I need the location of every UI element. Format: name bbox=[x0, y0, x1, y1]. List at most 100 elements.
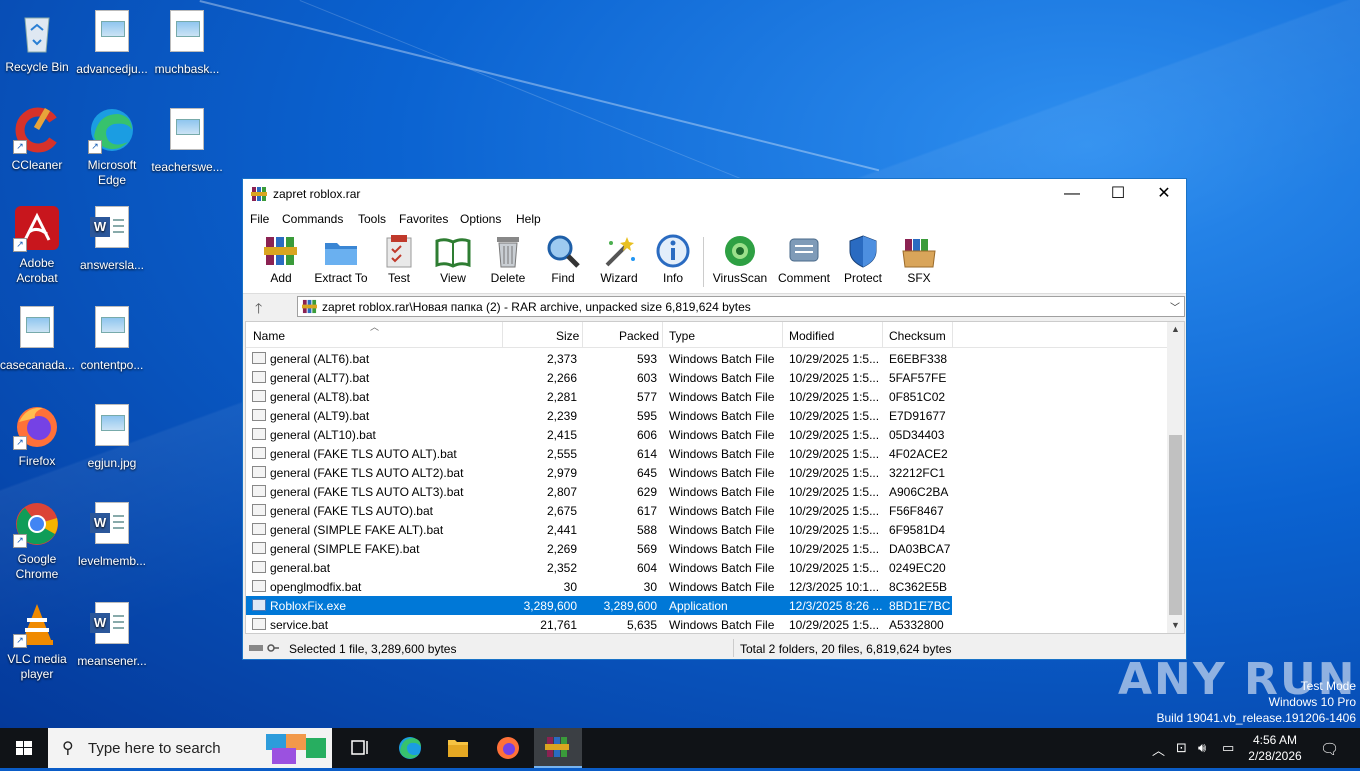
taskbar-firefox[interactable] bbox=[484, 728, 532, 768]
scroll-down-icon[interactable]: ▼ bbox=[1171, 620, 1180, 630]
column-separator[interactable] bbox=[582, 322, 583, 347]
column-separator[interactable] bbox=[502, 322, 503, 347]
add-button[interactable]: Add bbox=[253, 233, 309, 285]
file-list[interactable]: Name ︿ Size Packed Type Modified Checksu… bbox=[245, 321, 1185, 634]
desktop-icon-levelmemb[interactable]: W levelmemb... bbox=[75, 498, 149, 569]
chevron-down-icon[interactable]: ﹀ bbox=[1170, 299, 1180, 314]
cell-checksum: 05D34403 bbox=[889, 428, 945, 442]
desktop-icon-muchbask[interactable]: muchbask... bbox=[150, 6, 224, 77]
sfx-button[interactable]: SFX bbox=[891, 233, 947, 285]
toolbar-separator bbox=[703, 237, 704, 287]
title-bar[interactable]: zapret roblox.rar — ☐ ✕ bbox=[243, 179, 1186, 209]
taskbar-clock[interactable]: 4:56 AM 2/28/2026 bbox=[1246, 732, 1304, 764]
info-button[interactable]: Info bbox=[645, 233, 701, 285]
cell-modified: 10/29/2025 1:5... bbox=[789, 523, 880, 537]
cell-name: general.bat bbox=[270, 561, 331, 575]
table-row[interactable]: general (ALT9).bat 2,239 595 Windows Batch … bbox=[246, 406, 952, 425]
protect-button[interactable]: Protect bbox=[835, 233, 891, 285]
scroll-up-icon[interactable]: ▲ bbox=[1171, 324, 1180, 334]
table-row[interactable]: service.bat 21,761 5,635 Windows Batch File… bbox=[246, 615, 952, 633]
cell-type: Windows Batch File bbox=[669, 390, 775, 404]
close-button[interactable]: ✕ bbox=[1141, 179, 1187, 209]
winrar-window[interactable]: zapret roblox.rar — ☐ ✕ File Commands To… bbox=[242, 178, 1187, 660]
desktop-icon-answersla[interactable]: W answersla... bbox=[75, 202, 149, 273]
table-row[interactable]: general (ALT6).bat 2,373 593 Windows Batch … bbox=[246, 349, 952, 368]
path-field[interactable]: zapret roblox.rar\Новая папка (2) - RAR … bbox=[297, 296, 1185, 317]
table-row[interactable]: general (SIMPLE FAKE ALT).bat 2,441 588 Win… bbox=[246, 520, 952, 539]
cell-checksum: 4F02ACE2 bbox=[889, 447, 948, 461]
column-separator[interactable] bbox=[662, 322, 663, 347]
view-button[interactable]: View bbox=[425, 233, 481, 285]
scrollbar-thumb[interactable] bbox=[1169, 435, 1182, 615]
table-row[interactable]: general (ALT10).bat 2,415 606 Windows Batch… bbox=[246, 425, 952, 444]
desktop-icon-microsoft-edge[interactable]: ↗ Microsoft Edge bbox=[75, 104, 149, 188]
task-view-button[interactable] bbox=[336, 728, 384, 768]
table-row[interactable]: general (ALT7).bat 2,266 603 Windows Batch … bbox=[246, 368, 952, 387]
trash-icon bbox=[490, 233, 526, 269]
volume-icon[interactable]: 🔊︎ bbox=[1198, 740, 1206, 756]
column-packed[interactable]: Packed bbox=[619, 329, 659, 343]
column-type[interactable]: Type bbox=[669, 329, 695, 343]
table-row[interactable]: general (ALT8).bat 2,281 577 Windows Batch … bbox=[246, 387, 952, 406]
table-row[interactable]: general (FAKE TLS AUTO).bat 2,675 617 Windo… bbox=[246, 501, 952, 520]
up-arrow-icon[interactable]: 🡑 bbox=[255, 298, 262, 322]
column-size[interactable]: Size bbox=[556, 329, 579, 343]
menu-help[interactable]: Help bbox=[516, 212, 541, 226]
menu-options[interactable]: Options bbox=[460, 212, 501, 226]
wizard-button[interactable]: Wizard bbox=[591, 233, 647, 285]
desktop-icon-google-chrome[interactable]: ↗ Google Chrome bbox=[0, 498, 74, 582]
menu-file[interactable]: File bbox=[250, 212, 269, 226]
taskbar-edge[interactable] bbox=[386, 728, 434, 768]
desktop-icon-egjun[interactable]: egjun.jpg bbox=[75, 400, 149, 471]
table-row[interactable]: RobloxFix.exe 3,289,600 3,289,600 Applicati… bbox=[246, 596, 952, 615]
minimize-button[interactable]: — bbox=[1049, 179, 1095, 209]
table-row[interactable]: general (FAKE TLS AUTO ALT3).bat 2,807 629… bbox=[246, 482, 952, 501]
desktop-icon-vlc[interactable]: ↗ VLC media player bbox=[0, 598, 74, 682]
desktop-icon-advancedju[interactable]: advancedju... bbox=[75, 6, 149, 77]
comment-button[interactable]: Comment bbox=[773, 233, 835, 285]
taskbar-file-explorer[interactable] bbox=[434, 728, 482, 768]
cell-name: general (FAKE TLS AUTO ALT).bat bbox=[270, 447, 457, 461]
desktop-icon-contentpo[interactable]: contentpo... bbox=[75, 302, 149, 373]
extract-to-button[interactable]: Extract To bbox=[311, 233, 371, 285]
virusscan-button[interactable]: VirusScan bbox=[709, 233, 771, 285]
chevron-up-icon[interactable]: ︿ bbox=[1152, 740, 1165, 759]
menu-tools[interactable]: Tools bbox=[358, 212, 386, 226]
test-button[interactable]: Test bbox=[371, 233, 427, 285]
table-row[interactable]: general (FAKE TLS AUTO ALT2).bat 2,979 645… bbox=[246, 463, 952, 482]
menu-favorites[interactable]: Favorites bbox=[399, 212, 448, 226]
column-separator[interactable] bbox=[782, 322, 783, 347]
delete-button[interactable]: Delete bbox=[480, 233, 536, 285]
table-row[interactable]: general (SIMPLE FAKE).bat 2,269 569 Windows… bbox=[246, 539, 952, 558]
column-separator[interactable] bbox=[882, 322, 883, 347]
table-row[interactable]: general (FAKE TLS AUTO ALT).bat 2,555 614 W… bbox=[246, 444, 952, 463]
desktop-icon-recycle-bin[interactable]: Recycle Bin bbox=[0, 6, 74, 75]
toolbar-label: Info bbox=[662, 271, 683, 285]
column-separator[interactable] bbox=[952, 322, 953, 347]
column-name[interactable]: Name bbox=[253, 329, 285, 343]
table-row[interactable]: openglmodfix.bat 30 30 Windows Batch File 12… bbox=[246, 577, 952, 596]
desktop-icon-adobe-acrobat[interactable]: ↗ Adobe Acrobat bbox=[0, 202, 74, 286]
desktop-icon-meansener[interactable]: W meansener... bbox=[75, 598, 149, 669]
menu-commands[interactable]: Commands bbox=[282, 212, 343, 226]
start-button[interactable] bbox=[0, 728, 48, 768]
taskbar-search-box[interactable]: ⚲ Type here to search bbox=[48, 728, 332, 768]
desktop-icon-label: levelmemb... bbox=[77, 554, 147, 568]
table-row[interactable]: general.bat 2,352 604 Windows Batch File 10/… bbox=[246, 558, 952, 577]
desktop: Recycle Bin ↗ CCleaner ↗ Adobe Acrobat c… bbox=[0, 0, 1360, 728]
vertical-scrollbar[interactable]: ▲ ▼ bbox=[1167, 322, 1184, 633]
desktop-icon-teacherswe[interactable]: teacherswe... bbox=[150, 104, 224, 175]
desktop-icon-casecanada[interactable]: casecanada... bbox=[0, 302, 75, 373]
maximize-button[interactable]: ☐ bbox=[1095, 179, 1141, 209]
taskbar-winrar[interactable] bbox=[534, 728, 582, 768]
column-modified[interactable]: Modified bbox=[789, 329, 834, 343]
network-icon[interactable]: ⊡ bbox=[1176, 740, 1187, 756]
column-checksum[interactable]: Checksum bbox=[889, 329, 946, 343]
notification-icon[interactable]: 🗨︎ bbox=[1320, 740, 1339, 758]
action-center-network-icon[interactable]: ▭ bbox=[1222, 740, 1234, 756]
batch-file-icon bbox=[252, 542, 266, 554]
desktop-icon-ccleaner[interactable]: ↗ CCleaner bbox=[0, 104, 74, 173]
cell-modified: 10/29/2025 1:5... bbox=[789, 542, 880, 556]
find-button[interactable]: Find bbox=[535, 233, 591, 285]
desktop-icon-firefox[interactable]: ↗ Firefox bbox=[0, 400, 74, 469]
